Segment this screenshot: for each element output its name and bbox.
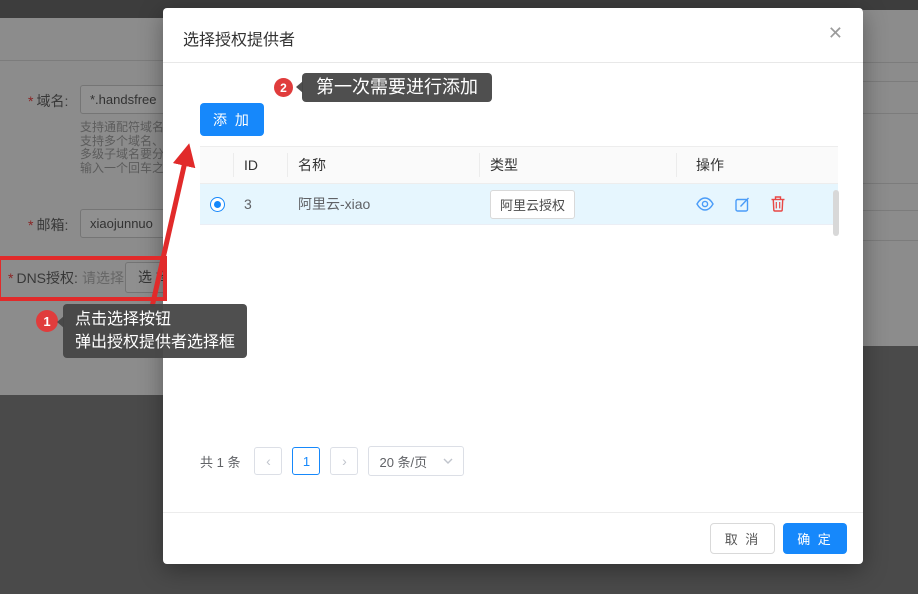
header-type: 类型 [480, 153, 677, 177]
highlight-rectangle [0, 256, 167, 301]
page-size-value: 20 条/页 [379, 452, 427, 471]
header-actions: 操作 [677, 153, 838, 177]
table-header-row: ID 名称 类型 操作 [200, 146, 838, 184]
pagination-total: 共 1 条 [200, 452, 240, 471]
add-button[interactable]: 添 加 [200, 103, 264, 136]
trash-icon[interactable] [771, 196, 785, 212]
domain-label: *域名: [28, 91, 68, 111]
domain-help: 支持通配符域名 支持多个域名、 多级子域名要分 输入一个回车之 [80, 121, 163, 175]
prev-page-button[interactable]: ‹ [254, 447, 282, 475]
email-input[interactable]: xiaojunnuo [80, 209, 163, 238]
chevron-down-icon [443, 458, 453, 464]
header-name: 名称 [288, 153, 480, 177]
required-mark: * [28, 217, 33, 233]
dialog-title: 选择授权提供者 [183, 26, 295, 50]
confirm-button[interactable]: 确 定 [783, 523, 847, 554]
background-right-panel [863, 10, 918, 346]
domain-input[interactable]: *.handsfree [80, 85, 163, 114]
select-auth-provider-dialog: 选择授权提供者 ✕ 添 加 ID 名称 类型 操作 3 阿里云-xiao 阿里云… [163, 8, 863, 564]
row-name: 阿里云-xiao [288, 194, 480, 214]
row-type-tag: 阿里云授权 [490, 190, 575, 219]
cancel-button[interactable]: 取 消 [710, 523, 775, 554]
screen: *域名: *.handsfree 支持通配符域名 支持多个域名、 多级子域名要分… [0, 0, 918, 594]
table-scrollbar-thumb[interactable] [833, 190, 839, 236]
tooltip-pointer [57, 316, 64, 328]
table-row[interactable]: 3 阿里云-xiao 阿里云授权 [200, 184, 838, 225]
step-2-tooltip: 第一次需要进行添加 [302, 73, 492, 102]
next-page-button[interactable]: › [330, 447, 358, 475]
email-label: *邮箱: [28, 215, 68, 235]
divider [863, 183, 918, 184]
divider [863, 81, 918, 82]
header-select-column [200, 153, 234, 177]
divider [863, 210, 918, 211]
step-1-tooltip: 点击选择按钮 弹出授权提供者选择框 [63, 304, 247, 358]
divider [863, 240, 918, 241]
row-radio-selected[interactable] [210, 197, 225, 212]
step-1-badge: 1 [36, 310, 58, 332]
required-mark: * [28, 93, 33, 109]
page-size-select[interactable]: 20 条/页 [368, 446, 464, 476]
edit-icon[interactable] [735, 197, 750, 212]
view-icon[interactable] [696, 197, 714, 211]
header-id: ID [234, 153, 288, 177]
divider [863, 113, 918, 114]
step-2-badge: 2 [274, 78, 293, 97]
pagination: 共 1 条 ‹ 1 › 20 条/页 [200, 446, 464, 476]
provider-table: ID 名称 类型 操作 3 阿里云-xiao 阿里云授权 [200, 146, 838, 225]
divider [863, 62, 918, 63]
footer-divider [163, 512, 863, 513]
row-id: 3 [234, 196, 288, 212]
header-divider [163, 62, 863, 63]
divider [0, 60, 163, 61]
current-page-button[interactable]: 1 [292, 447, 320, 475]
tooltip-pointer [296, 81, 303, 93]
close-icon[interactable]: ✕ [828, 23, 843, 44]
